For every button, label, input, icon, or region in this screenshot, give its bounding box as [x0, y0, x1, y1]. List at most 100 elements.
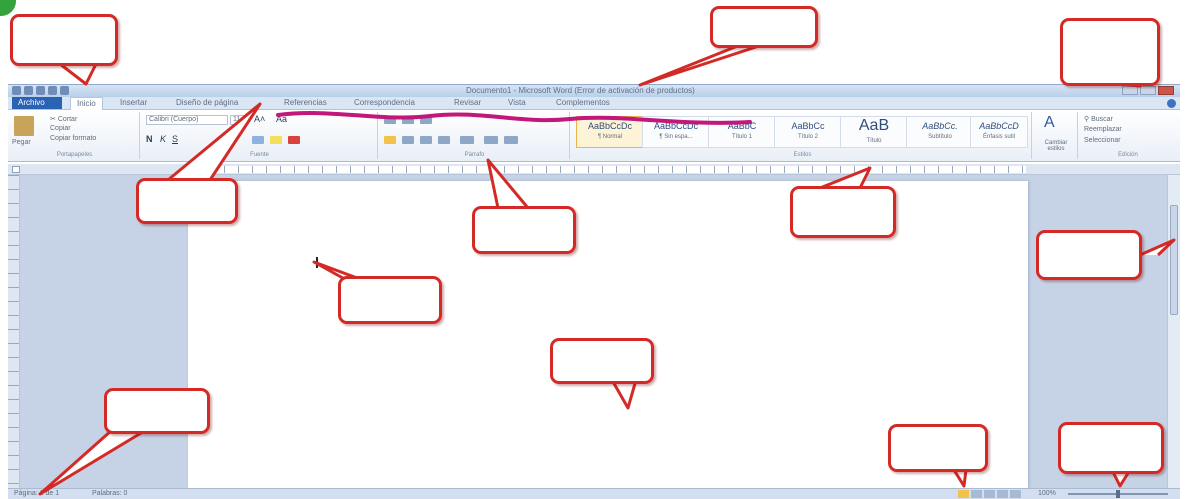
text-effects-icon[interactable]: [252, 136, 264, 144]
format-painter-button[interactable]: Copiar formato: [50, 135, 96, 142]
horizontal-ruler[interactable]: [8, 164, 1180, 175]
align-right-icon[interactable]: [420, 136, 432, 144]
style-enfasis-sutil[interactable]: AaBbCcD Énfasis sutil: [970, 116, 1028, 148]
tab-selector[interactable]: [12, 166, 20, 173]
outline-view-icon[interactable]: [997, 490, 1008, 498]
change-styles-group: A Cambiar estilos: [1034, 112, 1078, 159]
change-styles-icon[interactable]: A: [1044, 114, 1055, 132]
font-group: Calibri (Cuerpo) 11 A˄ Aa N K S Fuente: [142, 112, 378, 159]
callout-box[interactable]: [550, 338, 654, 384]
callout-box[interactable]: [1036, 230, 1142, 280]
tab-insertar[interactable]: Insertar: [120, 98, 147, 107]
underline-icon[interactable]: S: [172, 134, 178, 144]
line-spacing-icon[interactable]: [460, 136, 474, 144]
save-icon[interactable]: [24, 86, 33, 95]
style-titulo-1[interactable]: AaBbC Título 1: [708, 116, 776, 148]
style-sample: AaBbCc.: [922, 121, 958, 131]
logo-icon: [0, 0, 16, 16]
tab-correspondencia[interactable]: Correspondencia: [354, 98, 415, 107]
tab-archivo[interactable]: Archivo: [12, 97, 62, 109]
change-styles-button[interactable]: Cambiar estilos: [1036, 140, 1076, 152]
draft-view-icon[interactable]: [1010, 490, 1021, 498]
callout-pointer: [59, 62, 98, 86]
tab-diseno-de-pagina[interactable]: Diseño de página: [176, 98, 238, 107]
close-button[interactable]: [1158, 86, 1174, 95]
zoom-slider[interactable]: [1068, 490, 1168, 498]
callout-box[interactable]: [1060, 18, 1160, 86]
style-sin-espaciado[interactable]: AaBbCcDc ¶ Sin espa...: [642, 116, 710, 148]
styles-group: AaBbCcDc ¶ Normal AaBbCcDc ¶ Sin espa...…: [574, 112, 1032, 159]
text-cursor: [316, 257, 318, 268]
grow-font-icon[interactable]: A˄: [254, 114, 265, 124]
callout-box[interactable]: [338, 276, 442, 324]
style-titulo-2[interactable]: AaBbCc Título 2: [774, 116, 842, 148]
callout-box[interactable]: [10, 14, 118, 66]
numbering-icon[interactable]: [402, 116, 414, 124]
shading-icon[interactable]: [484, 136, 498, 144]
change-case-icon[interactable]: Aa: [276, 114, 287, 124]
paste-icon[interactable]: [14, 116, 34, 136]
editing-group: ⚲ Buscar Reemplazar Seleccionar Edición: [1080, 112, 1176, 159]
callout-box[interactable]: [710, 6, 818, 48]
redo-icon[interactable]: [48, 86, 57, 95]
bullets-icon[interactable]: [384, 116, 396, 124]
style-sample: AaBbCcDc: [587, 121, 632, 131]
callout-box[interactable]: [472, 206, 576, 254]
tab-revisar[interactable]: Revisar: [454, 98, 481, 107]
replace-button[interactable]: Reemplazar: [1084, 126, 1122, 133]
paste-button[interactable]: Pegar: [12, 139, 31, 146]
style-subtitulo[interactable]: AaBbCc. Subtítulo: [906, 116, 974, 148]
select-button[interactable]: Seleccionar: [1084, 137, 1121, 144]
callout-box[interactable]: [790, 186, 896, 238]
style-name: ¶ Normal: [597, 134, 623, 140]
callout-box[interactable]: [104, 388, 210, 434]
customize-toolbar-icon[interactable]: [60, 86, 69, 95]
justify-icon[interactable]: [438, 136, 450, 144]
word-count[interactable]: Palabras: 0: [92, 490, 127, 497]
zoom-slider-knob[interactable]: [1116, 490, 1120, 498]
tab-inicio[interactable]: Inicio: [70, 97, 103, 110]
tab-complementos[interactable]: Complementos: [556, 98, 610, 107]
title-bar: Documento1 - Microsoft Word (Error de ac…: [8, 84, 1180, 97]
callout-box[interactable]: [136, 178, 238, 224]
help-icon[interactable]: [1167, 99, 1176, 108]
italic-icon[interactable]: K: [160, 134, 166, 144]
align-center-icon[interactable]: [402, 136, 414, 144]
vertical-ruler[interactable]: [8, 175, 20, 488]
web-layout-icon[interactable]: [984, 490, 995, 498]
zoom-level[interactable]: 100%: [1038, 490, 1056, 497]
vertical-scrollbar[interactable]: [1167, 175, 1180, 488]
page-count[interactable]: Página: 1 de 1: [14, 490, 59, 497]
scrollbar-thumb[interactable]: [1170, 205, 1178, 315]
copy-button[interactable]: Copiar: [50, 125, 71, 132]
style-name: Énfasis sutil: [982, 134, 1015, 140]
style-name: Subtítulo: [928, 134, 952, 140]
style-normal[interactable]: AaBbCcDc ¶ Normal: [576, 116, 644, 148]
undo-icon[interactable]: [36, 86, 45, 95]
multilevel-list-icon[interactable]: [420, 116, 432, 124]
word-app-icon: [12, 86, 21, 95]
worksheet-image: Documento1 - Microsoft Word (Error de ac…: [0, 0, 1187, 499]
minimize-button[interactable]: [1122, 86, 1138, 95]
print-layout-view-icon[interactable]: [958, 490, 969, 498]
style-name: ¶ Sin espa...: [659, 134, 693, 140]
font-family-select[interactable]: Calibri (Cuerpo): [146, 115, 228, 125]
window-title: Documento1 - Microsoft Word (Error de ac…: [466, 86, 695, 95]
style-titulo[interactable]: AaB Título: [840, 116, 908, 148]
callout-box[interactable]: [1058, 422, 1164, 474]
bold-icon[interactable]: N: [146, 134, 153, 144]
style-sample: AaBbCcDc: [653, 121, 698, 131]
tab-vista[interactable]: Vista: [508, 98, 526, 107]
full-screen-reading-icon[interactable]: [971, 490, 982, 498]
borders-icon[interactable]: [504, 136, 518, 144]
clipboard-group-label: Portapapeles: [56, 152, 93, 158]
cut-button[interactable]: ✂ Cortar: [50, 115, 77, 123]
callout-box[interactable]: [888, 424, 988, 472]
font-color-icon[interactable]: [288, 136, 300, 144]
tab-referencias[interactable]: Referencias: [284, 98, 327, 107]
find-button[interactable]: ⚲ Buscar: [1084, 115, 1113, 123]
align-left-icon[interactable]: [384, 136, 396, 144]
highlight-icon[interactable]: [270, 136, 282, 144]
font-size-select[interactable]: 11: [230, 115, 248, 125]
maximize-button[interactable]: [1140, 86, 1156, 95]
